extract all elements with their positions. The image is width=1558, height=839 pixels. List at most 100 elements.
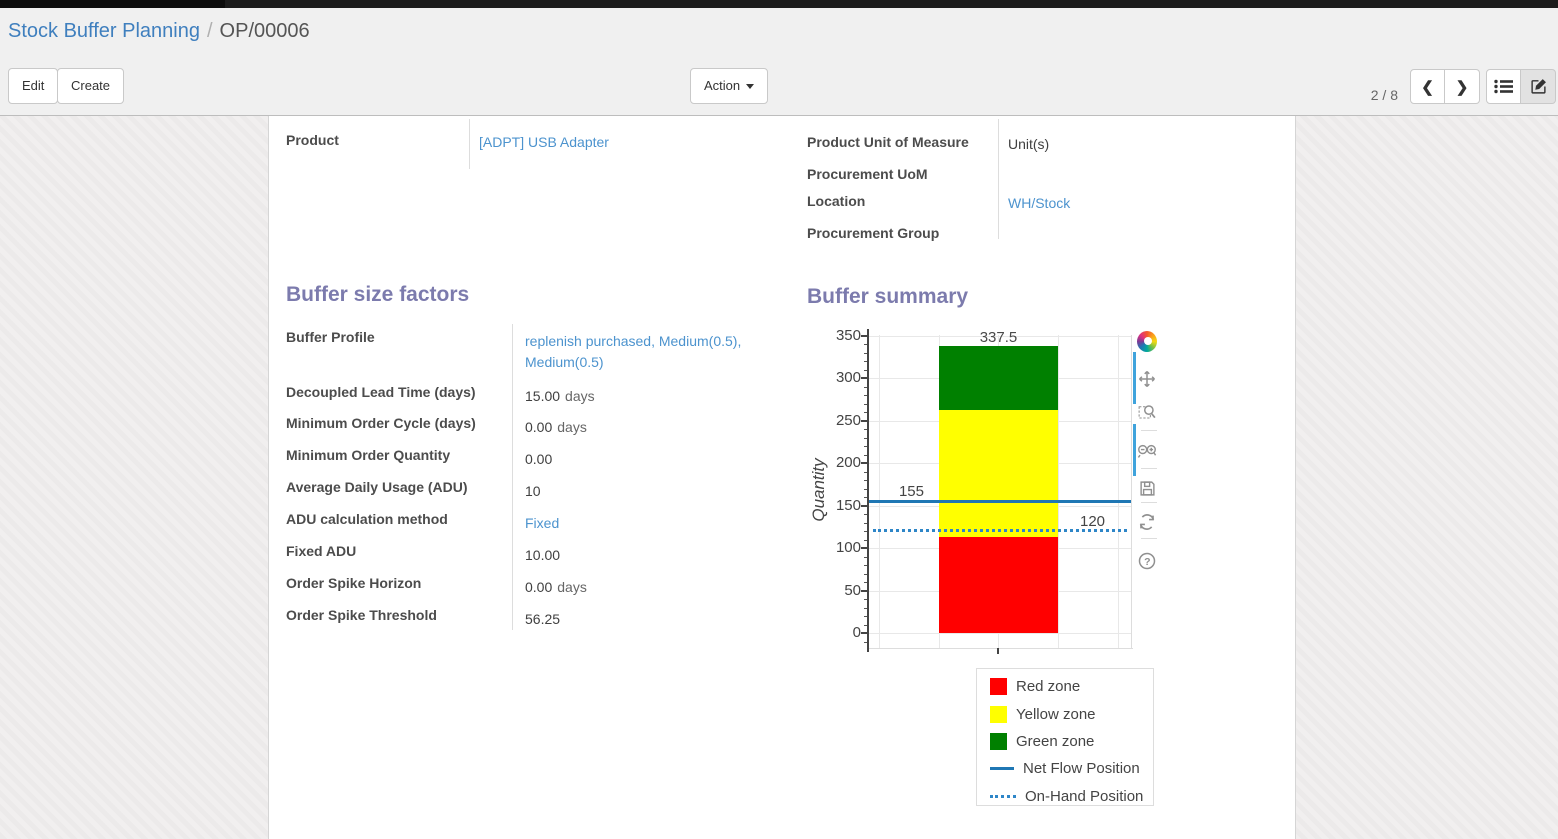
svg-text:?: ? (1144, 556, 1150, 568)
plotly-logo[interactable] (1137, 331, 1157, 351)
adu-calculation-method-value: Fixed (525, 513, 787, 534)
legend-item-net-flow-position[interactable]: Net Flow Position (977, 755, 1153, 782)
help-icon[interactable]: ? (1137, 551, 1157, 571)
order-spike-threshold-value: 56.25 (525, 609, 787, 630)
view-switcher (1486, 69, 1556, 104)
legend-color-swatch (990, 678, 1007, 695)
field-number: 0.00 (525, 419, 552, 435)
product-field-value-link[interactable]: [ADPT] USB Adapter (479, 134, 609, 150)
decoupled-lead-time-label: Decoupled Lead Time (days) (286, 384, 476, 400)
modebar-divider (1141, 468, 1157, 469)
legend-item-label: Red zone (1016, 678, 1080, 695)
plot-right-border (1131, 335, 1132, 648)
minimum-order-quantity-value: 0.00 (525, 449, 787, 470)
save-icon[interactable] (1137, 478, 1157, 498)
legend-color-swatch (990, 706, 1007, 723)
modebar-divider (1141, 538, 1157, 539)
breadcrumb-record-name: OP/00006 (220, 20, 310, 42)
buffer-summary-chart: Quantity ? (807, 325, 1161, 668)
order-spike-horizon-value: 0.00 days (525, 577, 787, 598)
field-number: 56.25 (525, 611, 560, 627)
legend-item-red-zone[interactable]: Red zone (977, 673, 1153, 700)
order-spike-threshold-label: Order Spike Threshold (286, 607, 437, 623)
on-hand-position-value-label: 120 (1065, 513, 1120, 530)
procurement-group-field-label: Procurement Group (807, 225, 939, 241)
action-dropdown-button[interactable]: Action (690, 68, 768, 104)
legend-item-green-zone[interactable]: Green zone (977, 728, 1153, 755)
yellow-zone-bar-segment[interactable] (939, 410, 1058, 538)
order-spike-horizon-label: Order Spike Horizon (286, 575, 421, 591)
breadcrumb-section-link[interactable]: Stock Buffer Planning (8, 20, 200, 42)
pan-icon[interactable] (1137, 369, 1157, 389)
legend-line-swatch (990, 795, 1016, 798)
y-tick-label: 350 (823, 327, 861, 344)
field-divider (998, 119, 999, 239)
minimum-order-cycle-label: Minimum Order Cycle (days) (286, 415, 476, 431)
pager-next-button[interactable]: ❯ (1445, 69, 1480, 104)
legend-item-on-hand-position[interactable]: On-Hand Position (977, 783, 1153, 810)
caret-down-icon (746, 84, 754, 89)
create-button[interactable]: Create (57, 68, 124, 104)
minimum-order-quantity-label: Minimum Order Quantity (286, 447, 450, 463)
adu-method-value-link[interactable]: Fixed (525, 515, 559, 531)
product-field-label: Product (286, 132, 339, 148)
y-tick-label: 250 (823, 412, 861, 429)
chevron-left-icon: ❮ (1421, 78, 1434, 96)
reset-axes-icon[interactable] (1137, 512, 1157, 532)
box-zoom-icon[interactable] (1137, 402, 1157, 422)
buffer-profile-value-link[interactable]: replenish purchased, Medium(0.5), Medium… (525, 333, 741, 370)
green-zone-value-label: 337.5 (939, 329, 1058, 346)
location-field-label: Location (807, 193, 865, 209)
net-flow-position-value-label: 155 (869, 483, 924, 500)
chevron-right-icon: ❯ (1456, 78, 1469, 96)
breadcrumb: Stock Buffer Planning/OP/00006 (8, 20, 310, 43)
field-number: 15.00 (525, 388, 560, 404)
buffer-profile-label: Buffer Profile (286, 329, 375, 345)
field-suffix: days (557, 579, 587, 595)
average-daily-usage-value: 10 (525, 481, 787, 502)
y-tick-label: 200 (823, 454, 861, 471)
minimum-order-cycle-value: 0.00days (525, 417, 787, 438)
buffer-summary-title: Buffer summary (807, 285, 968, 309)
uom-field-value: Unit(s) (1008, 136, 1049, 152)
location-field-value-link[interactable]: WH/Stock (1008, 195, 1070, 211)
field-number: 0.00 (525, 579, 552, 595)
control-panel: Stock Buffer Planning/OP/00006 Edit Crea… (0, 8, 1558, 116)
plot-bottom-border (869, 648, 1133, 649)
decoupled-lead-time-value: 15.00 days (525, 386, 787, 407)
y-gridline (869, 633, 1131, 634)
edit-form-icon (1530, 78, 1547, 95)
legend-item-label: Yellow zone (1016, 706, 1096, 723)
y-tick-label: 150 (823, 497, 861, 514)
adu-calculation-method-label: ADU calculation method (286, 511, 448, 527)
legend-item-label: Green zone (1016, 733, 1094, 750)
field-number: 10 (525, 483, 541, 499)
edit-button[interactable]: Edit (8, 68, 58, 104)
legend-item-yellow-zone[interactable]: Yellow zone (977, 700, 1153, 727)
zoom-in-out-icon[interactable] (1137, 441, 1157, 461)
list-icon (1494, 79, 1513, 94)
x-category-tick (997, 648, 999, 654)
field-divider (512, 324, 513, 630)
form-view-button[interactable] (1521, 69, 1556, 104)
uom-field-label: Product Unit of Measure (807, 134, 969, 150)
field-number: 10.00 (525, 547, 560, 563)
modebar-active-indicator (1133, 424, 1136, 476)
modebar-active-indicator (1133, 352, 1136, 404)
legend-color-swatch (990, 733, 1007, 750)
pager-previous-button[interactable]: ❮ (1410, 69, 1445, 104)
y-tick-label: 300 (823, 369, 861, 386)
form-sheet: Product [ADPT] USB Adapter Product Unit … (268, 116, 1296, 839)
field-suffix: days (565, 388, 595, 404)
buffer-profile-value: replenish purchased, Medium(0.5), Medium… (525, 331, 787, 373)
fixed-adu-label: Fixed ADU (286, 543, 356, 559)
procurement-uom-field-label: Procurement UoM (807, 166, 928, 182)
list-view-button[interactable] (1486, 69, 1521, 104)
breadcrumb-separator: / (200, 20, 220, 42)
fixed-adu-value: 10.00 (525, 545, 787, 566)
green-zone-bar-segment[interactable] (939, 346, 1058, 410)
pager-counter: 2 / 8 (1322, 77, 1398, 113)
y-tick-label: 100 (823, 539, 861, 556)
red-zone-bar-segment[interactable] (939, 537, 1058, 633)
top-system-bar-segment (0, 0, 225, 8)
